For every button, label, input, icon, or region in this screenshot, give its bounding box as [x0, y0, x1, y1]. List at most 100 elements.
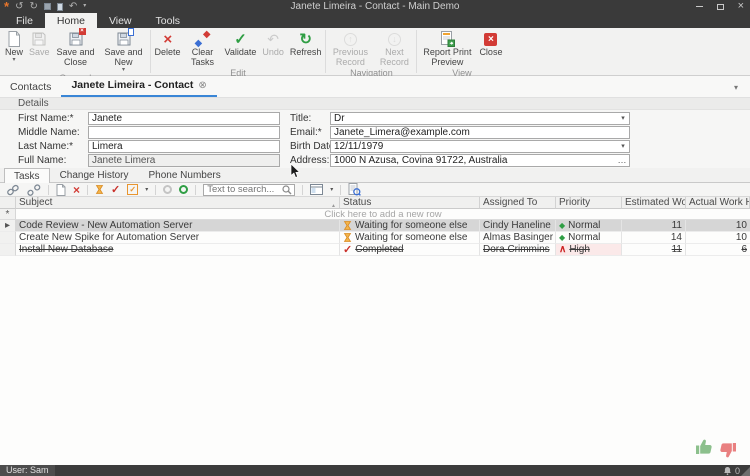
tab-overflow-icon[interactable]: ▾ — [734, 83, 738, 92]
column-header-subject[interactable]: Subject▲ — [16, 197, 340, 209]
qat-undo-icon[interactable]: ↶ — [69, 0, 77, 13]
maximize-button[interactable] — [717, 4, 724, 10]
email-label: Email:* — [290, 126, 322, 139]
column-header-status[interactable]: Status — [340, 197, 480, 209]
cell-priority[interactable]: ◆ Normal — [556, 232, 622, 244]
column-header-priority[interactable]: Priority — [556, 197, 622, 209]
cell-subject[interactable]: Code Review - New Automation Server — [16, 220, 340, 232]
tab-change-history[interactable]: Change History — [50, 167, 139, 182]
save-button[interactable]: Save — [26, 28, 53, 73]
mark-in-progress-icon[interactable] — [95, 184, 104, 196]
new-row-prompt[interactable]: Click here to add a new row — [16, 209, 750, 220]
mark-completed-icon[interactable]: ✓ — [111, 184, 120, 196]
qat-save-icon[interactable] — [44, 3, 51, 10]
table-row[interactable]: ▸ Code Review - New Automation Server Wa… — [0, 220, 750, 232]
save-and-new-button[interactable]: Save and New ▾ — [99, 28, 149, 73]
column-header-actual[interactable]: Actual Work Hours — [686, 197, 750, 209]
tab-tasks[interactable]: Tasks — [4, 168, 50, 183]
email-field[interactable] — [330, 126, 630, 139]
thumbs-down-icon[interactable] — [718, 441, 738, 460]
refresh-button[interactable]: ↻ Refresh — [287, 28, 325, 68]
cell-actual-hours[interactable]: 10 — [686, 220, 750, 232]
new-button[interactable]: New ▾ — [2, 28, 26, 73]
tab-tools[interactable]: Tools — [144, 13, 193, 28]
ribbon: New ▾ Save × Save and Close — [0, 28, 750, 76]
quick-access-toolbar: * ↺ ↻ ↶ ▾ — [0, 0, 86, 13]
validate-button[interactable]: ✓ Validate — [222, 28, 260, 68]
cell-priority[interactable]: ∧ High — [556, 244, 622, 256]
thumbs-up-icon[interactable] — [694, 437, 714, 456]
cell-status[interactable]: ✓ Completed — [340, 244, 480, 256]
document-tab-strip: Contacts Janete Limeira - Contact ⊗ ▾ — [0, 76, 750, 97]
address-ellipsis-button[interactable]: … — [616, 155, 628, 166]
resize-grip[interactable] — [741, 467, 750, 476]
middle-name-field[interactable] — [88, 126, 280, 139]
cell-status[interactable]: Waiting for someone else — [340, 232, 480, 244]
cell-assigned-to[interactable]: Cindy Haneline — [480, 220, 556, 232]
cell-subject[interactable]: Install New Database — [16, 244, 340, 256]
clear-tasks-icon: ◆◆ — [195, 30, 211, 48]
cell-estimated-hours[interactable]: 11 — [622, 244, 686, 256]
minimize-button[interactable] — [696, 6, 703, 7]
toolbar-separator — [87, 185, 88, 195]
qat-customize-icon[interactable]: ▾ — [83, 0, 86, 13]
cell-estimated-hours[interactable]: 14 — [622, 232, 686, 244]
last-name-field[interactable] — [88, 140, 280, 153]
priority-icon[interactable]: ✓ — [127, 184, 138, 196]
table-row[interactable]: Install New Database ✓ Completed Dora Cr… — [0, 244, 750, 256]
delete-task-icon[interactable]: × — [73, 184, 80, 196]
save-and-close-button[interactable]: × Save and Close — [53, 28, 99, 73]
qat-save-new-icon[interactable] — [57, 3, 63, 11]
layout-icon[interactable] — [310, 184, 323, 196]
search-input[interactable] — [207, 184, 282, 195]
row-indicator-icon: ▸ — [0, 220, 16, 232]
priority-dropdown-icon[interactable]: ▾ — [145, 186, 148, 193]
grid-new-row[interactable]: * Click here to add a new row — [0, 209, 750, 220]
doc-tab-contact-detail[interactable]: Janete Limeira - Contact ⊗ — [61, 75, 216, 97]
clear-tasks-button[interactable]: ◆◆ Clear Tasks — [184, 28, 222, 68]
search-box[interactable] — [203, 184, 295, 196]
unlink-icon[interactable] — [27, 184, 41, 196]
cell-priority[interactable]: ◆ Normal — [556, 220, 622, 232]
tab-file[interactable]: File — [4, 13, 45, 28]
close-record-button[interactable]: × Close — [476, 28, 505, 68]
cell-status[interactable]: Waiting for someone else — [340, 220, 480, 232]
cell-assigned-to[interactable]: Almas Basinger — [480, 232, 556, 244]
birth-date-dropdown-icon[interactable]: ▾ — [618, 140, 628, 153]
title-field[interactable] — [330, 112, 630, 125]
tab-phone-numbers[interactable]: Phone Numbers — [138, 167, 230, 182]
notification-bell-icon[interactable] — [723, 466, 732, 475]
table-row[interactable]: Create New Spike for Automation Server W… — [0, 232, 750, 244]
previous-record-button[interactable]: ↑ Previous Record — [327, 28, 373, 68]
priority-normal-icon: ◆ — [559, 232, 565, 244]
birth-date-field[interactable] — [330, 140, 630, 153]
cell-actual-hours[interactable]: 10 — [686, 232, 750, 244]
titlebar: * ↺ ↻ ↶ ▾ Janete Limeira - Contact - Mai… — [0, 0, 750, 13]
doc-tab-contacts[interactable]: Contacts — [0, 77, 61, 97]
cell-actual-hours[interactable]: 6 — [686, 244, 750, 256]
print-preview-icon[interactable] — [348, 184, 361, 196]
tab-home[interactable]: Home — [45, 13, 97, 28]
close-window-button[interactable]: × — [738, 0, 744, 13]
inactive-indicator-icon[interactable] — [163, 185, 172, 194]
qat-rotate-left-icon[interactable]: ↺ — [15, 0, 23, 13]
link-icon[interactable] — [6, 184, 20, 196]
report-print-preview-button[interactable]: Report Print Preview — [418, 28, 476, 68]
new-task-icon[interactable] — [56, 184, 66, 196]
cell-estimated-hours[interactable]: 11 — [622, 220, 686, 232]
cell-subject[interactable]: Create New Spike for Automation Server — [16, 232, 340, 244]
cell-assigned-to[interactable]: Dora Crimmins — [480, 244, 556, 256]
tab-close-icon[interactable]: ⊗ — [198, 80, 206, 91]
title-dropdown-icon[interactable]: ▾ — [618, 112, 628, 125]
layout-dropdown-icon[interactable]: ▾ — [330, 186, 333, 193]
active-indicator-icon[interactable] — [179, 185, 188, 194]
qat-rotate-right-icon[interactable]: ↻ — [29, 0, 37, 13]
tab-view[interactable]: View — [97, 13, 144, 28]
column-header-assigned-to[interactable]: Assigned To — [480, 197, 556, 209]
undo-button[interactable]: ↶ Undo — [259, 28, 287, 68]
column-header-estimated[interactable]: Estimated Work H... — [622, 197, 686, 209]
first-name-field[interactable] — [88, 112, 280, 125]
address-field[interactable] — [330, 154, 630, 167]
delete-button[interactable]: × Delete — [152, 28, 184, 68]
next-record-button[interactable]: ↓ Next Record — [373, 28, 415, 68]
